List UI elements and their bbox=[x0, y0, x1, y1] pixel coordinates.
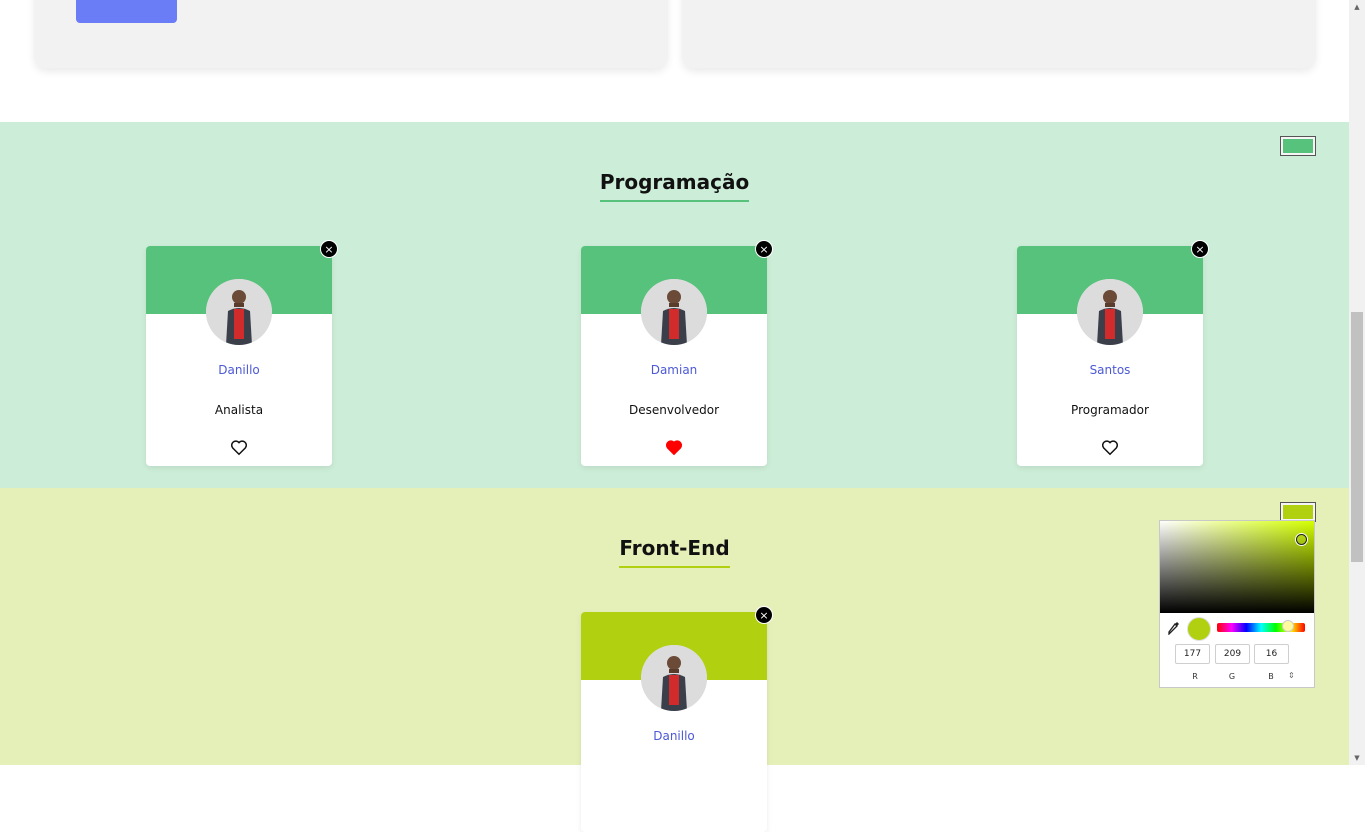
heart-filled-icon[interactable] bbox=[665, 439, 683, 456]
color-picker-popup: R G B ⇕ bbox=[1159, 520, 1315, 688]
collaborator-name: Santos bbox=[1089, 363, 1131, 377]
collaborator-card: Danillo × bbox=[581, 606, 773, 832]
info-card bbox=[682, 0, 1316, 68]
eyedropper-icon[interactable] bbox=[1168, 621, 1180, 635]
scroll-up-arrow-icon[interactable]: ▲ bbox=[1349, 0, 1365, 14]
team-section-front-end: Front-End Danillo × bbox=[0, 488, 1349, 832]
saturation-handle[interactable] bbox=[1296, 534, 1307, 545]
collaborator-card: Damian Desenvolvedor × bbox=[581, 240, 773, 466]
avatar bbox=[641, 279, 707, 345]
heart-outline-icon[interactable] bbox=[1101, 439, 1119, 456]
avatar bbox=[641, 645, 707, 711]
collaborator-role: Analista bbox=[214, 403, 264, 417]
scroll-down-arrow-icon[interactable]: ▼ bbox=[1349, 751, 1365, 765]
avatar bbox=[1077, 279, 1143, 345]
collaborator-name: Damian bbox=[650, 363, 698, 377]
hue-slider-handle[interactable] bbox=[1282, 620, 1294, 632]
collaborator-name: Danillo bbox=[218, 363, 260, 377]
close-icon[interactable]: × bbox=[320, 240, 338, 258]
green-label: G bbox=[1228, 672, 1236, 681]
green-input[interactable] bbox=[1215, 644, 1250, 664]
color-preview bbox=[1187, 617, 1211, 641]
section-title: Front-End bbox=[0, 536, 1349, 568]
section-color-picker-button[interactable] bbox=[1280, 502, 1316, 522]
close-icon[interactable]: × bbox=[1191, 240, 1209, 258]
color-swatch-fill bbox=[1283, 505, 1313, 519]
red-label: R bbox=[1192, 672, 1198, 681]
heart-outline-icon[interactable] bbox=[230, 439, 248, 456]
scrollbar-thumb[interactable] bbox=[1351, 312, 1363, 562]
red-input[interactable] bbox=[1175, 644, 1210, 664]
collaborator-card: Danillo Analista × bbox=[146, 240, 338, 466]
section-color-picker-button[interactable] bbox=[1280, 136, 1316, 156]
saturation-value-area[interactable] bbox=[1160, 521, 1314, 613]
collaborator-role: Desenvolvedor bbox=[628, 403, 720, 417]
color-mode-toggle[interactable]: ⇕ bbox=[1288, 671, 1295, 680]
close-icon[interactable]: × bbox=[755, 606, 773, 624]
collaborator-card: Santos Programador × bbox=[1017, 240, 1209, 466]
close-icon[interactable]: × bbox=[755, 240, 773, 258]
collaborator-name: Danillo bbox=[653, 729, 695, 743]
collaborator-role: Programador bbox=[1071, 403, 1149, 417]
team-section-programacao: Programação Danillo Analista × Damian De… bbox=[0, 122, 1349, 488]
avatar bbox=[206, 279, 272, 345]
page-scrollbar[interactable]: ▲ ▼ bbox=[1349, 0, 1365, 765]
previous-section bbox=[0, 0, 1349, 122]
blue-input[interactable] bbox=[1254, 644, 1289, 664]
submit-button[interactable] bbox=[76, 0, 177, 23]
color-swatch-fill bbox=[1283, 139, 1313, 153]
blue-label: B bbox=[1268, 672, 1274, 681]
section-title: Programação bbox=[0, 170, 1349, 202]
